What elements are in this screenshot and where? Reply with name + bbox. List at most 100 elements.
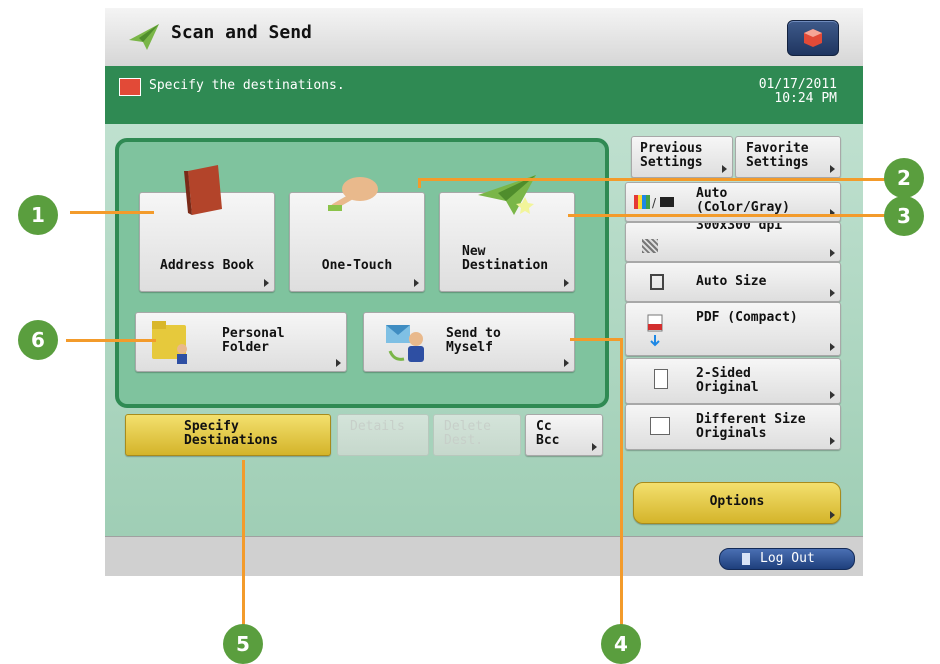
hand-pointer-icon xyxy=(328,177,378,211)
personal-folder-line1: Personal xyxy=(222,326,285,341)
book-icon xyxy=(184,165,222,215)
status-monitor-button[interactable] xyxy=(787,20,839,56)
diff-line2: Originals xyxy=(696,426,767,441)
send-to-self-icon xyxy=(386,325,424,362)
log-out-button[interactable]: Log Out xyxy=(719,548,855,570)
two-sided-icon xyxy=(654,369,668,389)
favorite-settings-button[interactable]: Favorite Settings xyxy=(735,136,841,178)
footer-bar: Log Out xyxy=(105,536,863,576)
chevron-right-icon xyxy=(592,443,597,451)
send-to-myself-label: Send to Myself xyxy=(446,327,501,355)
scan-size-label: Auto Size xyxy=(696,274,767,289)
new-destination-button[interactable]: New Destination xyxy=(439,175,575,292)
log-out-label: Log Out xyxy=(760,551,815,566)
date-time: 01/17/2011 10:24 PM xyxy=(759,78,837,106)
date-label: 01/17/2011 xyxy=(758,77,837,92)
callout-line-4 xyxy=(570,338,622,341)
favorite-line2: Settings xyxy=(746,155,809,170)
color-line1: Auto xyxy=(696,186,728,201)
callout-line-6 xyxy=(66,339,156,342)
resolution-label: 300x300 dpi xyxy=(696,222,783,233)
send-to-myself-button[interactable]: Send to Myself xyxy=(363,312,575,372)
specify-destinations-button[interactable]: Specify Destinations xyxy=(125,414,331,456)
delete-destination-button[interactable]: Delete Dest. xyxy=(433,414,521,456)
details-button[interactable]: Details xyxy=(337,414,429,456)
callout-line-1 xyxy=(70,211,154,214)
send-to-myself-line2: Myself xyxy=(446,340,493,355)
pdf-file-icon xyxy=(647,314,663,347)
delete-line1: Delete xyxy=(444,419,491,434)
cc-bcc-label: Cc Bcc xyxy=(536,420,559,448)
details-label: Details xyxy=(350,419,405,434)
different-size-originals-button[interactable]: Different Size Originals xyxy=(625,404,841,450)
address-book-label: Address Book xyxy=(160,258,254,273)
callout-tick-2 xyxy=(418,178,421,188)
new-destination-label: New Destination xyxy=(462,245,574,273)
resolution-icon xyxy=(642,239,658,253)
color-line2: (Color/Gray) xyxy=(696,200,790,215)
chevron-right-icon xyxy=(564,359,569,367)
cc-line2: Bcc xyxy=(536,433,560,448)
file-format-label: PDF (Compact) xyxy=(696,310,798,325)
specify-line1: Specify xyxy=(184,419,239,434)
chevron-right-icon xyxy=(830,343,835,351)
previous-line1: Previous xyxy=(640,141,703,156)
sided-line2: Original xyxy=(696,380,759,395)
specify-destinations-label: Specify Destinations xyxy=(184,420,278,448)
callout-vline-4 xyxy=(620,338,623,626)
callout-badge-5: 5 xyxy=(223,624,263,664)
file-format-button[interactable]: PDF (Compact) xyxy=(625,302,841,356)
callout-badge-1: 1 xyxy=(18,195,58,235)
sided-line1: 2-Sided xyxy=(696,366,751,381)
message-bar: Specify the destinations. 01/17/2011 10:… xyxy=(105,66,863,124)
chevron-right-icon xyxy=(564,279,569,287)
callout-badge-2: 2 xyxy=(884,158,924,198)
previous-settings-button[interactable]: Previous Settings xyxy=(631,136,733,178)
options-label: Options xyxy=(709,494,765,509)
personal-folder-line2: Folder xyxy=(222,340,269,355)
title-bar: Scan and Send xyxy=(105,8,863,67)
page-size-icon xyxy=(650,274,664,290)
scan-size-button[interactable]: Auto Size xyxy=(625,262,841,302)
one-touch-button[interactable]: One-Touch xyxy=(289,177,425,292)
cc-bcc-button[interactable]: Cc Bcc xyxy=(525,414,603,456)
main-panel: Address Book One-Touch New Destination P… xyxy=(105,124,863,536)
mixed-size-icon xyxy=(650,417,670,435)
log-out-icon xyxy=(742,553,750,565)
delete-destination-label: Delete Dest. xyxy=(444,420,491,448)
cube-icon xyxy=(804,29,822,47)
personal-folder-button[interactable]: Personal Folder xyxy=(135,312,347,372)
favorite-line1: Favorite xyxy=(746,141,809,156)
paper-plane-icon xyxy=(129,24,159,50)
chevron-right-icon xyxy=(830,249,835,257)
new-destination-line1: New xyxy=(462,244,486,259)
callout-badge-6: 6 xyxy=(18,320,58,360)
new-destination-line2: Destination xyxy=(462,258,549,273)
chevron-right-icon xyxy=(830,165,835,173)
resolution-button[interactable]: 300x300 dpi xyxy=(625,222,841,262)
callout-badge-4: 4 xyxy=(601,624,641,664)
device-screen: Scan and Send Specify the destinations. … xyxy=(105,8,863,576)
time-label: 10:24 PM xyxy=(774,91,837,106)
callout-line-3 xyxy=(568,214,904,217)
address-book-button[interactable]: Address Book xyxy=(139,165,275,292)
cc-line1: Cc xyxy=(536,419,552,434)
options-button[interactable]: Options xyxy=(633,482,841,524)
diff-line1: Different Size xyxy=(696,412,806,427)
different-size-label: Different Size Originals xyxy=(696,413,806,441)
status-message: Specify the destinations. xyxy=(149,78,345,93)
color-bars-icon: / xyxy=(634,195,674,209)
chevron-right-icon xyxy=(722,165,727,173)
previous-line2: Settings xyxy=(640,155,703,170)
folder-person-icon xyxy=(152,321,187,364)
chevron-right-icon xyxy=(830,391,835,399)
chevron-right-icon xyxy=(830,289,835,297)
delete-line2: Dest. xyxy=(444,433,484,448)
chevron-right-icon xyxy=(830,511,835,519)
chevron-right-icon xyxy=(264,279,269,287)
app-title: Scan and Send xyxy=(171,22,312,43)
two-sided-original-button[interactable]: 2-Sided Original xyxy=(625,358,841,404)
chevron-right-icon xyxy=(414,279,419,287)
one-touch-label: One-Touch xyxy=(321,258,393,273)
callout-vline-5 xyxy=(242,460,245,626)
